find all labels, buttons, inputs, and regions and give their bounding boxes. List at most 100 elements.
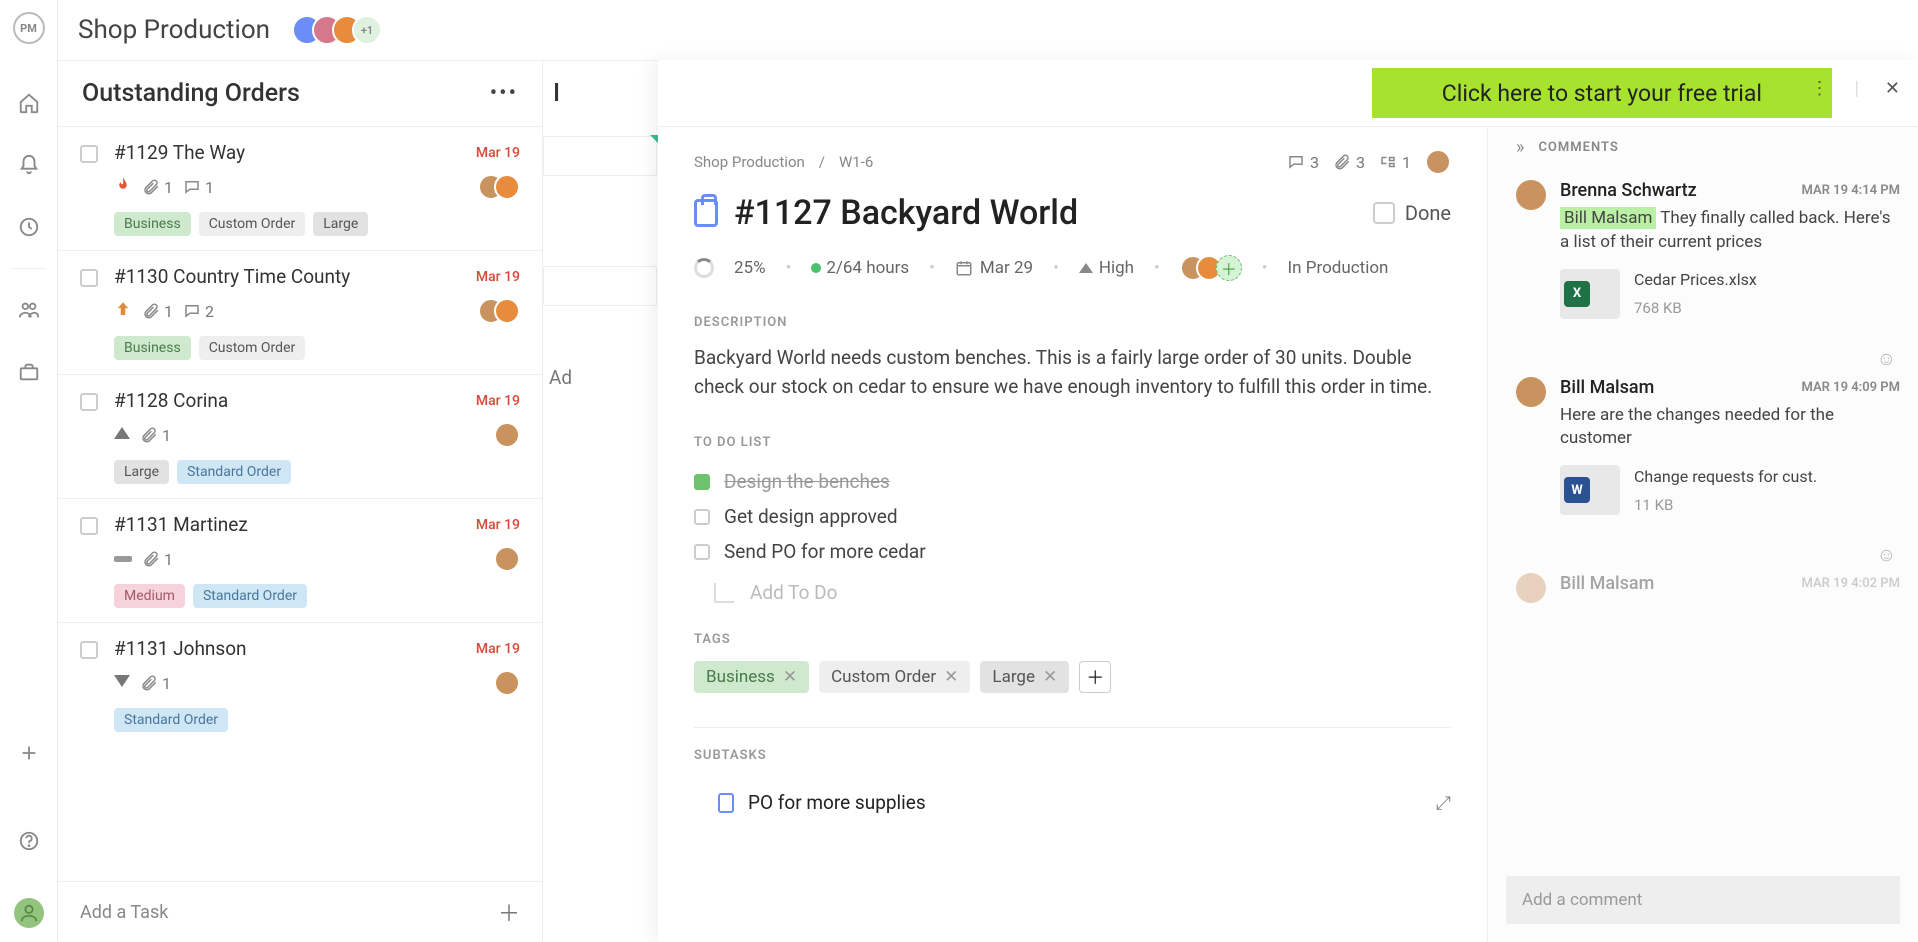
briefcase-icon[interactable] <box>16 359 42 385</box>
progress-percent: 25% <box>734 258 766 278</box>
assignee-avatar[interactable] <box>494 298 520 324</box>
more-menu[interactable]: ⋮ <box>1811 78 1829 99</box>
attachment[interactable]: X Cedar Prices.xlsx768 KB <box>1560 269 1900 319</box>
avatar[interactable] <box>1516 377 1546 407</box>
subtask-count[interactable]: 1 <box>1379 153 1411 172</box>
tag[interactable]: Business <box>114 336 191 360</box>
project-members[interactable]: +1 <box>292 15 382 45</box>
todo-item[interactable]: Design the benches <box>694 464 1451 499</box>
assignee-avatar[interactable] <box>494 174 520 200</box>
task-card[interactable]: #1131 JohnsonMar 19 1 Standard Order <box>58 622 542 746</box>
help-icon[interactable] <box>16 828 42 854</box>
file-thumb: X <box>1560 269 1620 319</box>
file-size: 768 KB <box>1634 299 1757 317</box>
add-tag[interactable]: ＋ <box>1079 661 1111 693</box>
mention[interactable]: Bill Malsam <box>1560 207 1656 229</box>
attachment-count: 1 <box>142 302 173 321</box>
add-comment-input[interactable]: Add a comment <box>1506 876 1900 924</box>
remove-tag-icon[interactable]: ✕ <box>944 667 958 687</box>
comment-author: Brenna Schwartz <box>1560 180 1697 201</box>
comment-count: 1 <box>183 178 214 197</box>
todo-item[interactable]: Send PO for more cedar <box>694 534 1451 569</box>
app-logo[interactable]: PM <box>13 12 45 44</box>
tag[interactable]: Custom Order <box>199 336 306 360</box>
breadcrumb-project[interactable]: Shop Production <box>694 153 805 171</box>
checkbox-icon[interactable] <box>80 145 98 163</box>
attachment[interactable]: W Change requests for cust.11 KB <box>1560 465 1900 515</box>
task-owner-avatar[interactable] <box>1425 149 1451 175</box>
hours[interactable]: 2/64 hours <box>811 258 909 278</box>
user-avatar[interactable] <box>14 898 44 928</box>
section-tags: TAGS <box>694 632 1451 647</box>
react-icon[interactable]: ☺ <box>1877 347 1896 371</box>
comment-count[interactable]: 3 <box>1287 153 1319 172</box>
task-status[interactable]: In Production <box>1288 258 1389 278</box>
card-title: #1131 Martinez <box>114 513 248 536</box>
column-name: Outstanding Orders <box>82 79 300 108</box>
card-title: #1128 Corina <box>114 389 228 412</box>
checkbox-icon[interactable] <box>80 269 98 287</box>
assignee-avatar[interactable] <box>494 546 520 572</box>
bell-icon[interactable] <box>16 152 42 178</box>
tag[interactable]: Standard Order <box>177 460 291 484</box>
trial-banner[interactable]: Click here to start your free trial <box>1372 68 1832 118</box>
file-thumb: W <box>1560 465 1620 515</box>
comment-time: MAR 19 4:09 PM <box>1801 380 1900 395</box>
react-icon[interactable]: ☺ <box>1877 543 1896 567</box>
tag[interactable]: Business <box>114 212 191 236</box>
avatar[interactable] <box>1516 180 1546 210</box>
card-title: #1129 The Way <box>114 141 245 164</box>
task-card[interactable]: #1131 MartinezMar 19 1 MediumStandard Or… <box>58 498 542 622</box>
priority[interactable]: High <box>1079 258 1134 278</box>
progress-ring-icon[interactable] <box>694 258 714 278</box>
card-stub[interactable] <box>543 266 657 306</box>
breadcrumb-code[interactable]: W1-6 <box>839 153 873 171</box>
column-menu[interactable]: ••• <box>490 81 518 106</box>
assignees[interactable]: ＋ <box>1180 255 1242 281</box>
home-icon[interactable] <box>16 90 42 116</box>
todo-label: Get design approved <box>724 505 898 528</box>
expand-icon[interactable]: » <box>1516 137 1524 158</box>
people-icon[interactable] <box>16 297 42 323</box>
add-todo[interactable]: Add To Do <box>714 581 1451 604</box>
tag[interactable]: Large ✕ <box>980 661 1069 693</box>
attachment-count: 1 <box>142 550 173 569</box>
remove-tag-icon[interactable]: ✕ <box>783 667 797 687</box>
clock-icon[interactable] <box>16 214 42 240</box>
tag[interactable]: Standard Order <box>193 584 307 608</box>
remove-tag-icon[interactable]: ✕ <box>1043 667 1057 687</box>
close-icon[interactable]: ✕ <box>1885 78 1900 99</box>
checkbox-icon[interactable] <box>80 517 98 535</box>
task-card[interactable]: #1128 CorinaMar 19 1 LargeStandard Order <box>58 374 542 498</box>
card-date: Mar 19 <box>476 145 520 161</box>
tag[interactable]: Standard Order <box>114 708 228 732</box>
divider <box>11 268 45 269</box>
tag[interactable]: Custom Order <box>199 212 306 236</box>
add-assignee[interactable]: ＋ <box>1216 255 1242 281</box>
assignee-avatar[interactable] <box>494 422 520 448</box>
comment-time: MAR 19 4:14 PM <box>1801 183 1900 198</box>
members-more[interactable]: +1 <box>352 15 382 45</box>
tag[interactable]: Large <box>313 212 368 236</box>
add-task[interactable]: Add a Task ＋ <box>58 881 542 942</box>
task-card[interactable]: #1130 Country Time CountyMar 19 1 2 Busi… <box>58 250 542 374</box>
add-task[interactable]: Ad <box>543 366 663 389</box>
todo-item[interactable]: Get design approved <box>694 499 1451 534</box>
subtask-item[interactable]: PO for more supplies ⤢ <box>718 777 1451 814</box>
open-subtask-icon[interactable]: ⤢ <box>1436 791 1451 814</box>
assignee-avatar[interactable] <box>494 670 520 696</box>
tag[interactable]: Large <box>114 460 169 484</box>
done-toggle[interactable]: Done <box>1373 201 1451 225</box>
checkbox-icon[interactable] <box>80 393 98 411</box>
task-card[interactable]: #1129 The WayMar 19 1 1 BusinessCustom O… <box>58 126 542 250</box>
plus-icon[interactable] <box>16 740 42 766</box>
checkbox-icon[interactable] <box>80 641 98 659</box>
avatar[interactable] <box>1516 573 1546 603</box>
task-description[interactable]: Backyard World needs custom benches. Thi… <box>694 344 1451 401</box>
tag[interactable]: Custom Order ✕ <box>819 661 970 693</box>
attachment-count[interactable]: 3 <box>1333 153 1365 172</box>
tag[interactable]: Medium <box>114 584 185 608</box>
tag[interactable]: Business ✕ <box>694 661 809 693</box>
card-stub[interactable] <box>543 136 657 176</box>
due-date[interactable]: Mar 29 <box>955 258 1033 278</box>
